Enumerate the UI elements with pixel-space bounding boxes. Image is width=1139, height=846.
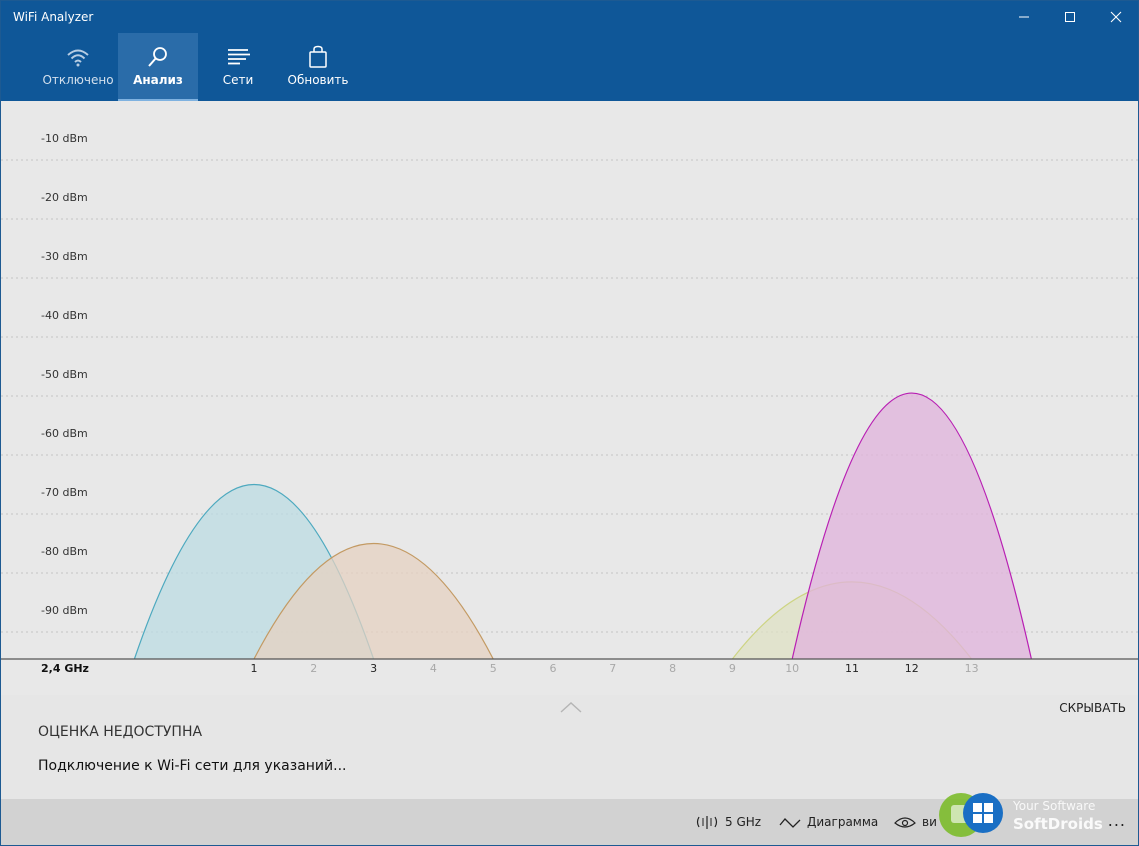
x-tick-label: 12: [905, 662, 919, 675]
y-tick-label: -10 dBm: [41, 132, 88, 145]
diagram-button[interactable]: Диаграмма: [779, 799, 878, 845]
minimize-button[interactable]: [1001, 1, 1047, 33]
tab-disconnected-label: Отключено: [42, 73, 114, 87]
x-tick-label: 8: [669, 662, 676, 675]
x-tick-label: 5: [490, 662, 497, 675]
y-tick-label: -80 dBm: [41, 545, 88, 558]
x-tick-label: 11: [845, 662, 859, 675]
connect-message: Подключение к Wi-Fi сети для указаний...: [38, 758, 347, 774]
view-label: ви: [922, 815, 937, 829]
window-title: WiFi Analyzer: [13, 10, 94, 24]
magnifier-icon: [148, 47, 167, 67]
maximize-button[interactable]: [1047, 1, 1093, 33]
x-tick-label: 9: [729, 662, 736, 675]
close-button[interactable]: [1093, 1, 1138, 33]
tab-analyze[interactable]: Анализ: [118, 33, 198, 101]
chevron-up-icon[interactable]: [557, 699, 585, 715]
watermark-line1: Your Software: [1013, 799, 1096, 813]
watermark-line2: SoftDroids: [1013, 815, 1103, 833]
y-tick-label: -90 dBm: [41, 604, 88, 617]
x-tick-label: 13: [965, 662, 979, 675]
rating-status: ОЦЕНКА НЕДОСТУПНА: [38, 724, 203, 740]
network-curve: [791, 392, 1032, 660]
tab-refresh[interactable]: Обновить: [278, 33, 358, 101]
view-button[interactable]: ви: [894, 799, 937, 845]
x-tick-label: 2: [310, 662, 317, 675]
y-tick-label: -60 dBm: [41, 427, 88, 440]
tab-refresh-label: Обновить: [287, 73, 349, 87]
y-tick-label: -70 dBm: [41, 486, 88, 499]
app-window: WiFi Analyzer Отключено Анализ Сети Обно…: [0, 0, 1139, 846]
bag-icon: [309, 45, 327, 68]
tab-networks-label: Сети: [222, 73, 254, 87]
list-icon: [228, 49, 250, 65]
hide-button[interactable]: СКРЫВАТЬ: [1059, 701, 1126, 715]
band-5ghz-button[interactable]: 5 GHz: [695, 799, 761, 845]
y-tick-label: -50 dBm: [41, 368, 88, 381]
x-tick-label: 6: [550, 662, 557, 675]
wifi-icon: [67, 49, 89, 67]
band-label: 2,4 GHz: [41, 662, 89, 675]
tab-networks[interactable]: Сети: [198, 33, 278, 101]
maximize-icon: [1065, 12, 1075, 22]
x-tick-label: 7: [609, 662, 616, 675]
antenna-icon: [696, 816, 718, 829]
x-tick-label: 4: [430, 662, 437, 675]
y-tick-label: -40 dBm: [41, 309, 88, 322]
y-tick-label: -20 dBm: [41, 191, 88, 204]
close-icon: [1110, 11, 1122, 23]
tab-analyze-label: Анализ: [133, 73, 183, 87]
x-tick-label: 3: [370, 662, 377, 675]
y-tick-label: -30 dBm: [41, 250, 88, 263]
wave-icon: [779, 818, 801, 828]
tab-disconnected[interactable]: Отключено: [38, 33, 118, 101]
eye-icon: [894, 817, 916, 828]
watermark: Your Software SoftDroids: [937, 791, 1137, 843]
diagram-label: Диаграмма: [807, 815, 879, 829]
channel-chart-svg: -10 dBm -20 dBm -30 dBm -40 dBm -50 dBm -60 d…: [1, 132, 1138, 675]
app-header: WiFi Analyzer Отключено Анализ Сети Обно…: [1, 1, 1138, 101]
x-tick-label: 1: [251, 662, 258, 675]
x-tick-label: 10: [785, 662, 799, 675]
band-5ghz-label: 5 GHz: [725, 815, 762, 829]
watermark-logo-icon: [939, 793, 1003, 837]
info-panel: СКРЫВАТЬ ОЦЕНКА НЕДОСТУПНА Подключение к…: [1, 695, 1138, 799]
channel-chart: -10 dBm -20 dBm -30 dBm -40 dBm -50 dBm -60 d…: [1, 101, 1138, 695]
minimize-icon: [1019, 16, 1029, 18]
